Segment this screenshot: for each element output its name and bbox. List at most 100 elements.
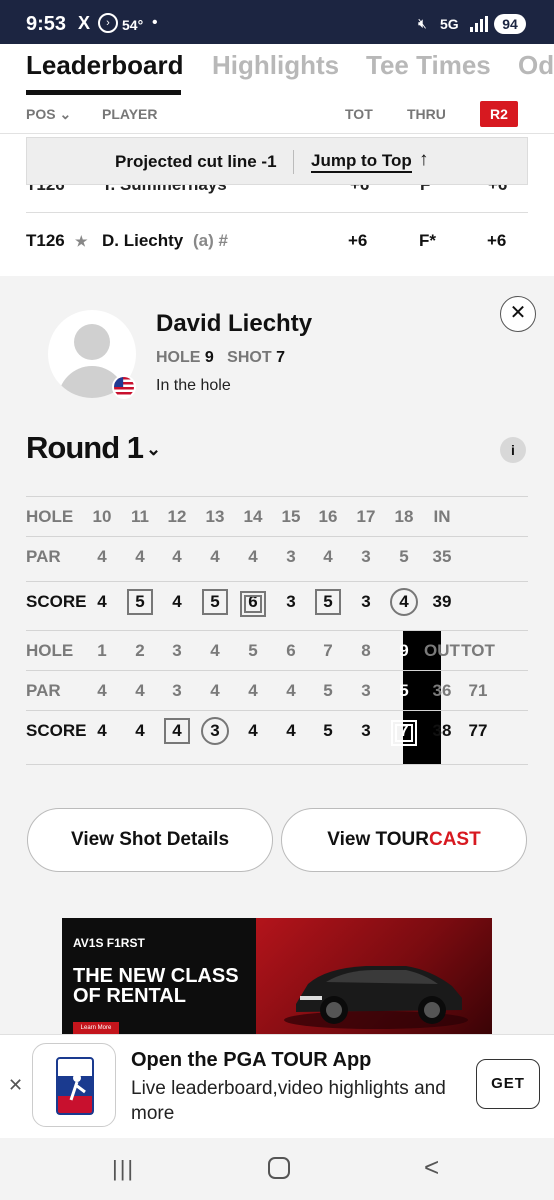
active-tab-indicator: [26, 90, 181, 95]
front-score-row-cell: 4: [160, 711, 194, 751]
back-hole-row-label: HOLE: [26, 507, 74, 526]
back-par-row-cell: 3: [286, 547, 296, 566]
home-icon[interactable]: [268, 1157, 290, 1179]
back-par-row-label: PAR: [26, 547, 61, 566]
notification-dot-icon: •: [152, 14, 158, 31]
pga-tour-logo: [32, 1043, 116, 1127]
row-player: D. Liechty: [102, 231, 184, 250]
row-round: +6: [488, 185, 507, 195]
score-box-mark: 4: [164, 718, 190, 744]
score-box-mark: 5: [202, 589, 228, 615]
back-hole-row-cell: 18: [394, 507, 414, 526]
front-hole-row-cell: 1: [97, 641, 107, 660]
projected-cut-banner: Projected cut line -1 Jump to Top ↑: [26, 137, 528, 185]
app-banner-subtitle: Live leaderboard,video highlights and mo…: [131, 1078, 446, 1124]
back-hole-row: HOLE 10 11 12 13 14 15 16 17 18 IN: [26, 496, 528, 536]
ad-headline-line1: THE NEW CLASS: [73, 965, 239, 987]
status-bar: 9:53 X › 54° • 🔇︎ 5G 94: [0, 0, 554, 44]
back-score-row-label: SCORE: [26, 592, 87, 611]
round-badge[interactable]: R2: [480, 101, 518, 127]
score-circle-mark: 3: [201, 717, 229, 745]
back-score-row-cell: 4: [97, 592, 107, 611]
row-pos: T126: [26, 231, 65, 250]
back-score-row-total: 39: [432, 592, 452, 611]
front-score-row-label: SCORE: [26, 721, 87, 740]
front-hole-row-cell: 3: [172, 641, 182, 660]
front-score-row-cell: 5: [323, 721, 333, 740]
pga-tour-logo-graphic: [56, 1057, 94, 1115]
app-banner-title: Open the PGA TOUR App: [131, 1049, 372, 1071]
table-row[interactable]: T126 T. Summerhays +6 F +6: [26, 185, 528, 213]
pos-column-header[interactable]: POS ⌄: [26, 106, 71, 123]
score-box-mark: 5: [127, 589, 153, 615]
row-tot: +6: [348, 231, 368, 250]
app-notification-icon: ›: [98, 13, 118, 33]
row-pos: T126: [26, 185, 65, 195]
front-par-row: PAR 4 4 3 4 4 4 5 3 5 36 71: [26, 670, 528, 710]
front-par-row-cell: 4: [97, 681, 107, 700]
front-hole-row-cell: 2: [135, 641, 145, 660]
ad-car-image: [256, 918, 492, 1034]
ad-headline-line2: OF RENTAL: [73, 985, 186, 1007]
table-row-selected[interactable]: T126 ★ D. Liechty (a) # +6 F* +6: [0, 214, 554, 266]
signal-icon: [470, 16, 488, 32]
tot-column-header: TOT: [345, 106, 373, 122]
thru-column-header: THRU: [407, 106, 446, 122]
ad-headline: THE NEW CLASS OF RENTAL: [73, 966, 239, 1006]
battery-indicator: 94: [494, 14, 526, 34]
status-time: 9:53: [26, 13, 67, 35]
front-par-row-total: 36: [432, 681, 452, 700]
back-par-row-total: 35: [432, 547, 452, 566]
player-column-header: PLAYER: [102, 106, 158, 122]
back-score-row-cell: 5: [311, 582, 345, 622]
back-hole-row-cell: 14: [243, 507, 263, 526]
advertisement[interactable]: AV1S F1RST THE NEW CLASS OF RENTAL Learn…: [62, 918, 492, 1034]
tab-tee-times[interactable]: Tee Times: [366, 50, 491, 81]
round-selector[interactable]: Round 1: [26, 430, 144, 466]
score-double-box-mark: 6: [240, 591, 266, 617]
back-par-row-cell: 4: [97, 547, 107, 566]
front-score-row-total: 38: [432, 721, 452, 740]
sort-chevron-icon: ⌄: [59, 106, 72, 122]
front-par-row-cell: 5: [399, 681, 409, 700]
row-thru: F: [420, 185, 430, 195]
view-tourcast-button[interactable]: View TOURCAST: [281, 808, 527, 872]
tourcast-tour: TOUR: [375, 829, 429, 850]
tab-leaderboard[interactable]: Leaderboard: [26, 50, 184, 81]
back-hole-row-cell: 12: [167, 507, 187, 526]
tourcast-cast: CAST: [428, 829, 481, 850]
back-score-row-cell: 3: [361, 592, 371, 611]
shot-value: 7: [276, 349, 285, 366]
back-hole-row-cell: 17: [356, 507, 376, 526]
front-score-row-cell: 4: [135, 721, 145, 740]
arrow-up-icon: ↑: [419, 149, 429, 170]
status-temperature: 54°: [122, 17, 144, 33]
close-icon[interactable]: ✕: [8, 1075, 23, 1096]
front-par-row-cell: 3: [361, 681, 371, 700]
close-button[interactable]: ✕: [500, 296, 536, 332]
ad-learn-more-button[interactable]: Learn More: [73, 1022, 119, 1034]
score-circle-mark: 4: [390, 588, 418, 616]
back-hole-row-total: IN: [433, 507, 451, 526]
jump-to-top-link[interactable]: Jump to Top: [311, 151, 412, 173]
front-par-row-cell: 4: [135, 681, 145, 700]
row-round: +6: [487, 231, 507, 250]
chevron-down-icon[interactable]: ⌄: [146, 439, 161, 460]
back-score-row-cell: 5: [123, 582, 157, 622]
view-shot-details-button[interactable]: View Shot Details: [27, 808, 273, 872]
info-icon[interactable]: i: [500, 437, 526, 463]
front-score-row-cell: 3: [361, 721, 371, 740]
hole-value: 9: [204, 349, 214, 366]
score-box-mark: 5: [315, 589, 341, 615]
front-score-row: SCORE 4 4 4 3 4 4 5 3 7 38 77: [26, 710, 528, 750]
x-app-icon: X: [78, 13, 91, 33]
get-app-button[interactable]: GET: [476, 1059, 540, 1109]
tab-highlights[interactable]: Highlights: [212, 50, 339, 81]
front-hole-row-cell: 7: [323, 641, 333, 660]
recent-apps-icon[interactable]: |||: [112, 1156, 135, 1182]
star-icon[interactable]: ★: [75, 233, 88, 250]
tab-odds[interactable]: Od: [518, 50, 554, 81]
system-nav-bar: ||| <: [0, 1138, 554, 1200]
front-par-row-cell: 4: [286, 681, 296, 700]
back-icon[interactable]: <: [424, 1152, 439, 1183]
